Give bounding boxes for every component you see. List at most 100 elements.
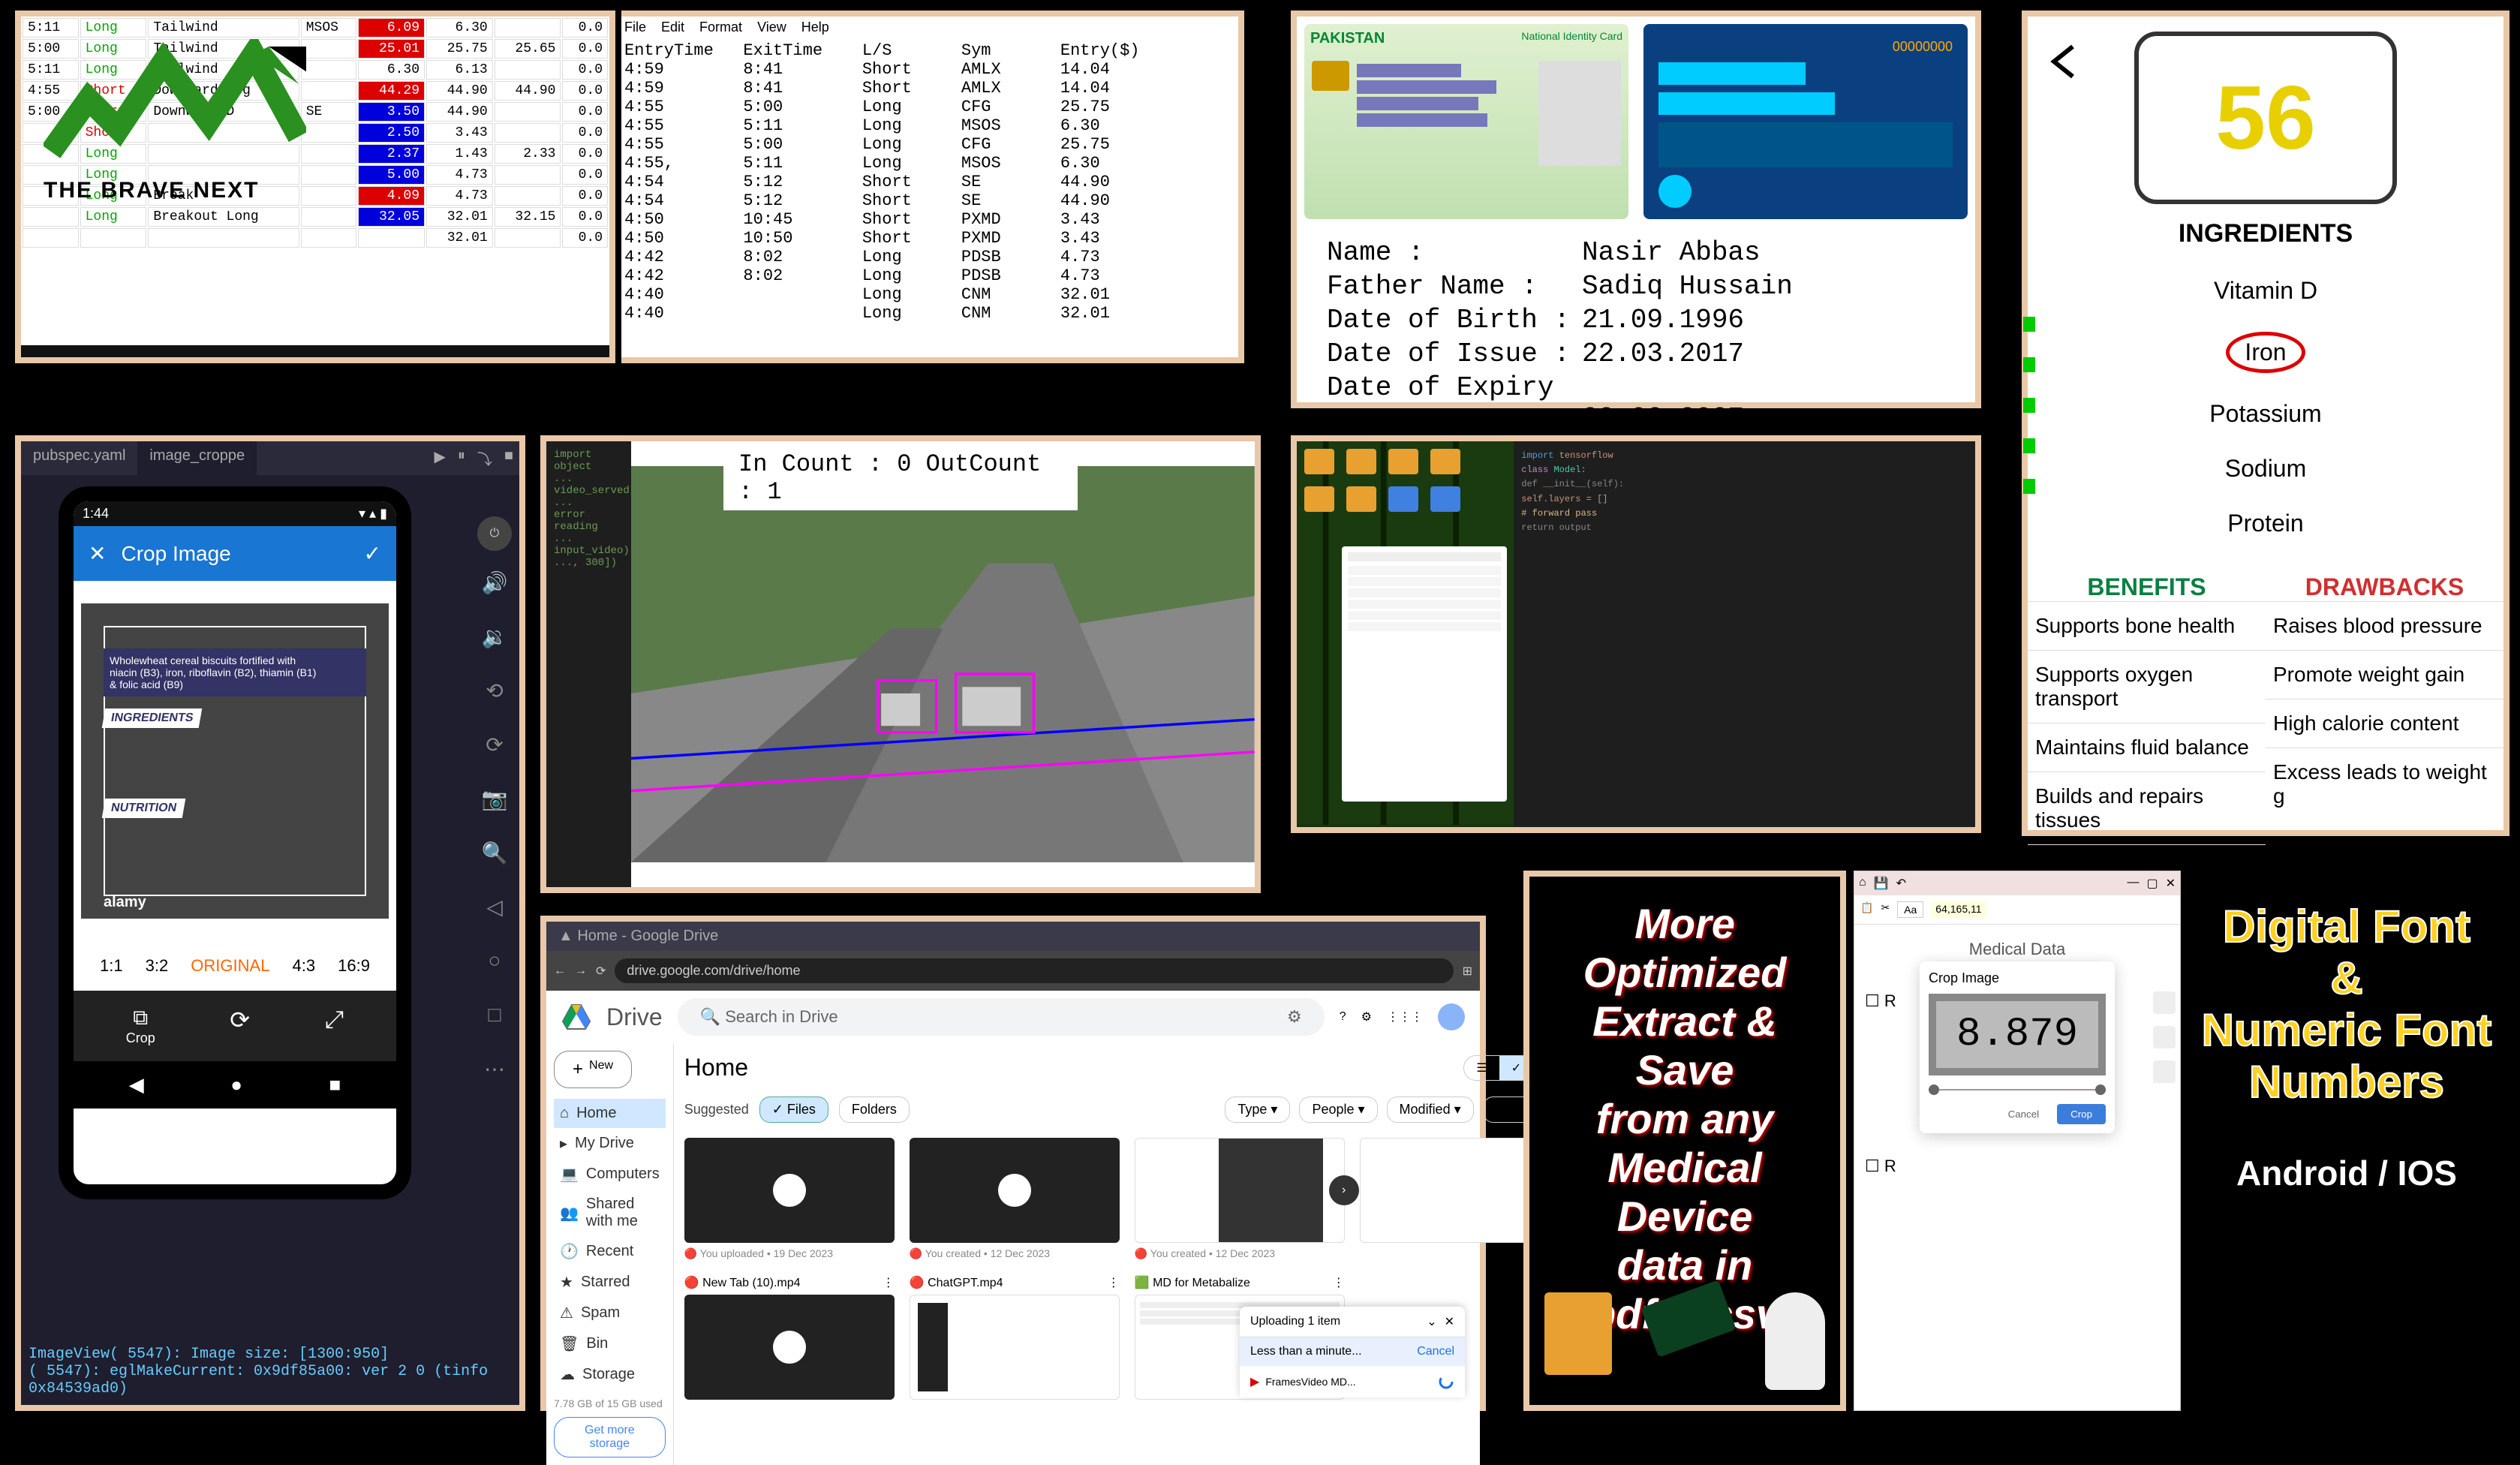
emulator-home-icon[interactable]: ○ <box>477 949 512 983</box>
filter-chip-type[interactable]: Type ▾ <box>1225 1096 1290 1123</box>
emulator-more-icon[interactable]: ⋯ <box>477 1057 512 1091</box>
undo-icon[interactable]: ↶ <box>1896 876 1906 891</box>
settings-icon[interactable]: ⚙ <box>1361 1009 1372 1024</box>
file-icon[interactable] <box>1430 486 1460 512</box>
save-icon[interactable]: 💾 <box>1874 876 1889 891</box>
sidebar-tool-icon[interactable] <box>2153 1060 2176 1083</box>
file-manager-window[interactable] <box>1342 546 1507 802</box>
emulator-power-icon[interactable]: ⏻ <box>477 516 512 551</box>
sidebar-item-computers[interactable]: 💻Computers <box>554 1159 666 1190</box>
home-icon[interactable]: ⌂ <box>1859 876 1866 891</box>
filter-chip-people[interactable]: People ▾ <box>1299 1096 1377 1123</box>
file-icon[interactable] <box>1388 486 1418 512</box>
debug-play-icon[interactable]: ▶ <box>435 447 446 469</box>
close-icon[interactable]: ✕ <box>89 541 106 566</box>
back-arrow-icon[interactable] <box>2043 39 2088 84</box>
ide-tab-2[interactable]: image_croppe <box>137 441 257 475</box>
nav-home-icon[interactable]: ● <box>230 1073 242 1096</box>
video-thumbnail[interactable] <box>684 1138 895 1243</box>
sidebar-item-bin[interactable]: 🗑Bin <box>554 1328 666 1359</box>
reload-icon[interactable]: ⟳ <box>596 964 606 979</box>
folder-icon[interactable] <box>1346 449 1376 474</box>
close-icon[interactable]: ✕ <box>2166 876 2176 891</box>
video-thumbnail[interactable] <box>910 1138 1120 1243</box>
sidebar-item-recent[interactable]: 🕐Recent <box>554 1236 666 1267</box>
ratio-option[interactable]: ORIGINAL <box>191 956 269 976</box>
menu-edit[interactable]: Edit <box>661 20 684 35</box>
debug-pause-icon[interactable]: ⏸ <box>458 447 465 469</box>
cancel-button[interactable]: Cancel <box>1998 1104 2050 1124</box>
emulator-overview-icon[interactable]: □ <box>477 1003 512 1037</box>
debug-stop-icon[interactable]: ■ <box>504 447 513 469</box>
menu-view[interactable]: View <box>757 20 786 35</box>
folder-icon[interactable] <box>1388 449 1418 474</box>
sidebar-item-starred[interactable]: ★Starred <box>554 1267 666 1298</box>
apps-icon[interactable]: ⋮⋮⋮ <box>1387 1009 1423 1024</box>
chevron-down-icon[interactable]: ⌄ <box>1427 1314 1436 1329</box>
sidebar-item-spam[interactable]: ⚠Spam <box>554 1298 666 1328</box>
folder-icon[interactable] <box>1304 486 1334 512</box>
slider-handle[interactable] <box>1929 1084 1939 1095</box>
address-bar[interactable]: drive.google.com/drive/home <box>615 958 1453 983</box>
video-thumbnail[interactable] <box>910 1295 1120 1400</box>
drive-search-input[interactable]: 🔍 Search in Drive ⚙ <box>678 998 1325 1036</box>
ratio-option[interactable]: 16:9 <box>338 956 370 976</box>
chip-files[interactable]: ✓ Files <box>759 1096 828 1123</box>
chip-folders[interactable]: Folders <box>839 1096 910 1123</box>
video-thumbnail[interactable] <box>684 1295 895 1400</box>
folder-icon[interactable] <box>1304 449 1334 474</box>
scale-icon[interactable]: ⤢ <box>325 1006 344 1046</box>
crop-button[interactable]: ⧉ Crop <box>126 1006 155 1046</box>
ppt-toolbar[interactable]: ⌂ 💾 ↶ — ▢ ✕ <box>1854 871 2180 895</box>
ide-tab-1[interactable]: pubspec.yaml <box>21 441 137 475</box>
slider-handle[interactable] <box>2095 1084 2106 1095</box>
ratio-option[interactable]: 3:2 <box>146 956 169 976</box>
nav-back-icon[interactable]: ◀ <box>129 1073 144 1096</box>
folder-icon[interactable] <box>1346 486 1376 512</box>
extensions-icon[interactable]: ⊞ <box>1463 964 1472 979</box>
nav-back-icon[interactable]: ← <box>554 964 566 978</box>
refresh-icon[interactable]: ⟳ <box>230 1006 250 1046</box>
menu-format[interactable]: Format <box>699 20 742 35</box>
emulator-voldown-icon[interactable]: 🔉 <box>477 624 512 659</box>
vscode-window[interactable]: import tensorflow class Model: def __ini… <box>1514 441 1975 827</box>
filter-icon[interactable]: ⚙ <box>1287 1007 1302 1027</box>
debug-step-icon[interactable]: ⤵ <box>477 447 492 469</box>
nav-fwd-icon[interactable]: → <box>575 964 587 978</box>
emulator-rotate-right-icon[interactable]: ⟳ <box>477 732 512 767</box>
upload-cancel-button[interactable]: Cancel <box>1417 1345 1454 1358</box>
filter-chip-modified[interactable]: Modified ▾ <box>1387 1096 1474 1123</box>
get-storage-button[interactable]: Get more storage <box>554 1417 666 1457</box>
avatar[interactable] <box>1438 1003 1465 1030</box>
close-icon[interactable]: ✕ <box>1445 1314 1454 1329</box>
aspect-ratio-bar[interactable]: 1:1 3:2 ORIGINAL 4:3 16:9 <box>74 941 396 991</box>
sidebar-item-my-drive[interactable]: ▸My Drive <box>554 1128 666 1159</box>
video-thumbnail[interactable]: › <box>1135 1138 1345 1243</box>
folder-icon[interactable] <box>1430 449 1460 474</box>
emulator-zoom-icon[interactable]: 🔍 <box>477 841 512 875</box>
sidebar-item-storage[interactable]: ☁Storage <box>554 1359 666 1390</box>
emulator-rotate-left-icon[interactable]: ⟲ <box>477 678 512 713</box>
maximize-icon[interactable]: ▢ <box>2146 876 2158 891</box>
minimize-icon[interactable]: — <box>2127 876 2139 891</box>
ratio-option[interactable]: 4:3 <box>292 956 315 976</box>
emulator-volup-icon[interactable]: 🔊 <box>477 570 512 605</box>
sidebar-item-home[interactable]: ⌂Home <box>554 1099 666 1128</box>
menu-help[interactable]: Help <box>801 20 829 35</box>
crop-canvas[interactable]: Wholewheat cereal biscuits fortified wit… <box>81 603 389 919</box>
nav-recent-icon[interactable]: ■ <box>329 1073 341 1096</box>
sidebar-item-shared-with-me[interactable]: 👥Shared with me <box>554 1190 666 1236</box>
new-button[interactable]: +New <box>554 1051 632 1088</box>
emulator-camera-icon[interactable]: 📷 <box>477 787 512 821</box>
notepad-menubar[interactable]: File Edit Format View Help <box>621 17 1238 38</box>
confirm-icon[interactable]: ✓ <box>364 541 381 566</box>
sidebar-tool-icon[interactable] <box>2153 1026 2176 1048</box>
help-icon[interactable]: ? <box>1340 1010 1346 1024</box>
view-list-icon[interactable]: ☰ <box>1464 1056 1499 1080</box>
crop-button[interactable]: Crop <box>2057 1104 2106 1124</box>
menu-file[interactable]: File <box>624 20 646 35</box>
ratio-option[interactable]: 1:1 <box>100 956 123 976</box>
sidebar-tool-icon[interactable] <box>2153 991 2176 1014</box>
emulator-back-icon[interactable]: ◁ <box>477 895 512 929</box>
browser-tab[interactable]: ▲ Home - Google Drive <box>546 922 1480 951</box>
